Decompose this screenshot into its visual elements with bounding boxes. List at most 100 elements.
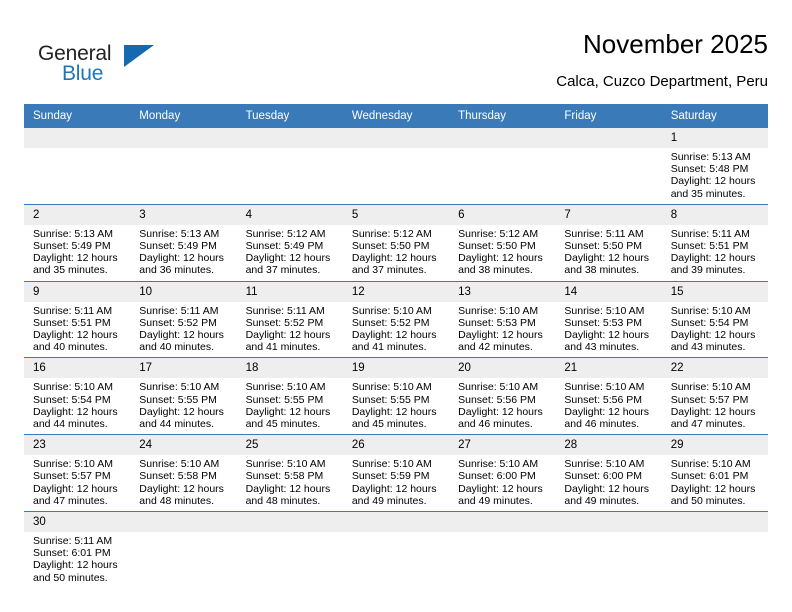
sunset-time: Sunset: 5:55 PM bbox=[245, 393, 324, 406]
daylight-duration: Daylight: 12 hours and 39 minutes. bbox=[670, 252, 756, 277]
weekday-header-monday: Monday bbox=[130, 104, 237, 128]
calendar-day-cell[interactable]: 2 Sunrise: 5:13 AM Sunset: 5:49 PM Daylight… bbox=[24, 203, 131, 282]
sunset-time: Sunset: 5:57 PM bbox=[670, 393, 749, 406]
day-number: 23 bbox=[24, 435, 131, 456]
day-number: 9 bbox=[24, 282, 131, 302]
sunrise-time: Sunrise: 5:13 AM bbox=[670, 151, 751, 163]
day-number: 15 bbox=[661, 282, 768, 302]
sunrise-time: Sunrise: 5:10 AM bbox=[351, 381, 432, 394]
sunrise-time: Sunrise: 5:11 AM bbox=[245, 304, 325, 317]
day-details: Sunrise: 5:10 AM Sunset: 5:55 PM Daylight:… bbox=[237, 378, 343, 434]
day-details: Sunrise: 5:10 AM Sunset: 5:55 PM Daylight:… bbox=[130, 378, 236, 434]
calendar-day-cell[interactable]: 26 Sunrise: 5:10 AM Sunset: 5:59 PM Dayligh… bbox=[342, 434, 450, 512]
calendar-day-cell[interactable]: 19 Sunrise: 5:10 AM Sunset: 5:55 PM Dayligh… bbox=[342, 357, 450, 435]
calendar-day-cell[interactable]: 7 Sunrise: 5:11 AM Sunset: 5:50 PM Daylight… bbox=[555, 203, 662, 282]
weekday-header-wednesday: Wednesday bbox=[342, 104, 450, 128]
day-number bbox=[342, 512, 450, 533]
daylight-duration: Daylight: 12 hours and 48 minutes. bbox=[139, 482, 224, 507]
calendar-day-cell[interactable]: 4 Sunrise: 5:12 AM Sunset: 5:49 PM Daylight… bbox=[236, 203, 343, 282]
sunrise-time: Sunrise: 5:11 AM bbox=[670, 227, 750, 240]
calendar-empty-cell bbox=[555, 127, 662, 205]
calendar-day-cell[interactable]: 10 Sunrise: 5:11 AM Sunset: 5:52 PM Dayligh… bbox=[130, 280, 237, 358]
day-number: 22 bbox=[661, 358, 768, 379]
day-details: Sunrise: 5:10 AM Sunset: 5:54 PM Daylight:… bbox=[662, 302, 768, 358]
day-number bbox=[555, 128, 662, 148]
day-number: 29 bbox=[661, 435, 768, 456]
day-details: Sunrise: 5:10 AM Sunset: 6:00 PM Daylight:… bbox=[555, 455, 661, 511]
calendar-day-cell[interactable]: 15 Sunrise: 5:10 AM Sunset: 5:54 PM Dayligh… bbox=[661, 280, 768, 358]
daylight-duration: Daylight: 12 hours and 50 minutes. bbox=[33, 559, 118, 584]
calendar-week-row: 30 Sunrise: 5:11 AM Sunset: 6:01 PM Dayligh… bbox=[24, 511, 768, 588]
sunset-time: Sunset: 5:52 PM bbox=[351, 316, 430, 329]
daylight-duration: Daylight: 12 hours and 40 minutes. bbox=[139, 329, 224, 354]
calendar-day-cell[interactable]: 11 Sunrise: 5:11 AM Sunset: 5:52 PM Dayligh… bbox=[236, 280, 343, 358]
calendar-day-cell[interactable]: 22 Sunrise: 5:10 AM Sunset: 5:57 PM Dayligh… bbox=[661, 357, 768, 435]
sunset-time: Sunset: 5:50 PM bbox=[564, 240, 643, 253]
calendar-day-cell[interactable]: 17 Sunrise: 5:10 AM Sunset: 5:55 PM Dayligh… bbox=[130, 357, 237, 435]
sunset-time: Sunset: 5:58 PM bbox=[245, 470, 324, 483]
calendar-day-cell[interactable]: 13 Sunrise: 5:10 AM Sunset: 5:53 PM Dayligh… bbox=[449, 280, 556, 358]
sunrise-time: Sunrise: 5:10 AM bbox=[245, 381, 326, 394]
daylight-duration: Daylight: 12 hours and 41 minutes. bbox=[351, 329, 437, 354]
calendar-table: Sunday Monday Tuesday Wednesday Thursday… bbox=[24, 104, 768, 588]
calendar-day-cell[interactable]: 16 Sunrise: 5:10 AM Sunset: 5:54 PM Dayligh… bbox=[24, 357, 131, 435]
sunset-time: Sunset: 5:53 PM bbox=[458, 316, 536, 329]
day-number: 21 bbox=[555, 358, 662, 379]
calendar-day-cell[interactable]: 25 Sunrise: 5:10 AM Sunset: 5:58 PM Dayligh… bbox=[236, 434, 343, 512]
calendar-day-cell[interactable]: 14 Sunrise: 5:10 AM Sunset: 5:53 PM Dayligh… bbox=[555, 280, 662, 358]
day-details: Sunrise: 5:10 AM Sunset: 5:58 PM Daylight:… bbox=[237, 455, 343, 511]
day-number: 6 bbox=[449, 205, 556, 225]
calendar-day-cell[interactable]: 5 Sunrise: 5:12 AM Sunset: 5:50 PM Daylight… bbox=[342, 203, 450, 282]
day-number bbox=[130, 128, 237, 148]
day-number: 16 bbox=[24, 358, 131, 379]
brand-name-blue: Blue bbox=[62, 62, 104, 85]
calendar-day-cell[interactable]: 27 Sunrise: 5:10 AM Sunset: 6:00 PM Dayligh… bbox=[449, 434, 556, 512]
daylight-duration: Daylight: 12 hours and 47 minutes. bbox=[670, 405, 756, 431]
calendar-week-row: 1 Sunrise: 5:13 AM Sunset: 5:48 PM Daylight… bbox=[24, 127, 768, 205]
sunset-time: Sunset: 5:54 PM bbox=[670, 316, 749, 329]
sunset-time: Sunset: 5:58 PM bbox=[139, 470, 217, 483]
daylight-duration: Daylight: 12 hours and 49 minutes. bbox=[458, 482, 543, 507]
calendar-day-cell[interactable]: 24 Sunrise: 5:10 AM Sunset: 5:58 PM Dayligh… bbox=[130, 434, 237, 512]
calendar-day-cell[interactable]: 23 Sunrise: 5:10 AM Sunset: 5:57 PM Dayligh… bbox=[24, 434, 131, 512]
calendar-day-cell[interactable]: 3 Sunrise: 5:13 AM Sunset: 5:49 PM Daylight… bbox=[130, 203, 237, 282]
sunrise-time: Sunrise: 5:10 AM bbox=[351, 458, 432, 471]
sunrise-time: Sunrise: 5:10 AM bbox=[245, 458, 326, 471]
calendar-day-cell[interactable]: 1 Sunrise: 5:13 AM Sunset: 5:48 PM Daylight… bbox=[661, 127, 768, 205]
sunrise-time: Sunrise: 5:13 AM bbox=[139, 227, 220, 240]
day-details: Sunrise: 5:10 AM Sunset: 5:56 PM Daylight:… bbox=[555, 378, 661, 434]
sunrise-time: Sunrise: 5:10 AM bbox=[458, 381, 539, 394]
day-details: Sunrise: 5:10 AM Sunset: 5:54 PM Daylight:… bbox=[24, 378, 130, 434]
calendar-day-cell[interactable]: 21 Sunrise: 5:10 AM Sunset: 5:56 PM Dayligh… bbox=[555, 357, 662, 435]
sunset-time: Sunset: 5:55 PM bbox=[139, 393, 217, 406]
sunset-time: Sunset: 5:49 PM bbox=[139, 240, 217, 253]
day-details: Sunrise: 5:13 AM Sunset: 5:48 PM Daylight:… bbox=[662, 148, 768, 204]
brand-logo[interactable]: General Blue bbox=[38, 42, 238, 98]
day-number: 26 bbox=[342, 435, 450, 456]
daylight-duration: Daylight: 12 hours and 41 minutes. bbox=[245, 329, 331, 354]
calendar-day-cell[interactable]: 28 Sunrise: 5:10 AM Sunset: 6:00 PM Dayligh… bbox=[555, 434, 662, 512]
sunset-time: Sunset: 5:52 PM bbox=[245, 316, 324, 329]
calendar-day-cell[interactable]: 9 Sunrise: 5:11 AM Sunset: 5:51 PM Daylight… bbox=[24, 280, 131, 358]
calendar-week-row: 9 Sunrise: 5:11 AM Sunset: 5:51 PM Daylight… bbox=[24, 280, 768, 358]
day-details: Sunrise: 5:10 AM Sunset: 5:59 PM Daylight:… bbox=[343, 455, 449, 511]
sunset-time: Sunset: 5:57 PM bbox=[33, 470, 111, 483]
calendar-day-cell[interactable]: 18 Sunrise: 5:10 AM Sunset: 5:55 PM Dayligh… bbox=[236, 357, 343, 435]
calendar-day-cell[interactable]: 29 Sunrise: 5:10 AM Sunset: 6:01 PM Dayligh… bbox=[661, 434, 768, 512]
day-number: 20 bbox=[449, 358, 556, 379]
calendar-day-cell[interactable]: 30 Sunrise: 5:11 AM Sunset: 6:01 PM Dayligh… bbox=[24, 511, 131, 588]
day-number bbox=[24, 128, 131, 148]
calendar-day-cell[interactable]: 20 Sunrise: 5:10 AM Sunset: 5:56 PM Dayligh… bbox=[449, 357, 556, 435]
daylight-duration: Daylight: 12 hours and 50 minutes. bbox=[670, 482, 756, 507]
day-number bbox=[555, 512, 662, 533]
daylight-duration: Daylight: 12 hours and 38 minutes. bbox=[458, 252, 543, 277]
calendar-day-cell[interactable]: 8 Sunrise: 5:11 AM Sunset: 5:51 PM Daylight… bbox=[661, 203, 768, 282]
weekday-header-tuesday: Tuesday bbox=[236, 104, 343, 128]
day-number: 14 bbox=[555, 282, 662, 302]
sunrise-time: Sunrise: 5:10 AM bbox=[564, 458, 645, 471]
daylight-duration: Daylight: 12 hours and 46 minutes. bbox=[564, 405, 650, 431]
calendar-day-cell[interactable]: 6 Sunrise: 5:12 AM Sunset: 5:50 PM Daylight… bbox=[449, 203, 556, 282]
calendar-week-row: 23 Sunrise: 5:10 AM Sunset: 5:57 PM Dayligh… bbox=[24, 434, 768, 512]
day-number: 27 bbox=[449, 435, 556, 456]
calendar-day-cell[interactable]: 12 Sunrise: 5:10 AM Sunset: 5:52 PM Dayligh… bbox=[342, 280, 450, 358]
